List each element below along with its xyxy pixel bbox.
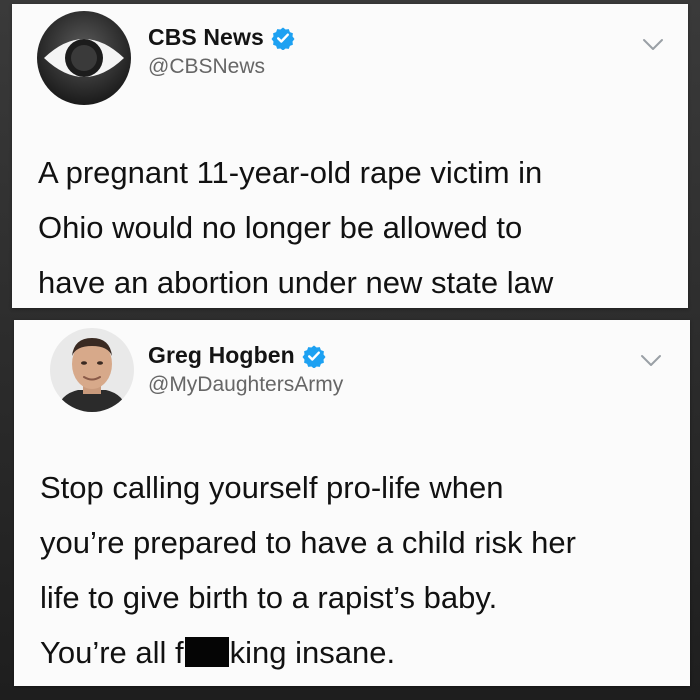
tweet-text-line-censored: You’re all f king insane. (40, 625, 680, 680)
profile-photo-icon (50, 328, 134, 412)
chevron-down-icon[interactable] (642, 38, 664, 52)
text-before-censor: You’re all f (40, 635, 184, 670)
avatar[interactable] (36, 10, 132, 106)
tweet-text-line: you’re prepared to have a child risk her (40, 525, 576, 560)
tweet-text-line: life to give birth to a rapist’s baby. (40, 580, 498, 615)
handle[interactable]: @CBSNews (148, 55, 295, 79)
author-block: Greg Hogben @MyDaughtersArmy (148, 342, 343, 397)
display-name[interactable]: CBS News (148, 24, 264, 51)
tweet-text-line: Stop calling yourself pro-life when (40, 470, 504, 505)
avatar[interactable] (50, 328, 134, 412)
tweet-text: Stop calling yourself pro-life when you’… (40, 460, 680, 680)
name-row: CBS News (148, 24, 295, 51)
cbs-eye-logo-icon (37, 11, 131, 105)
verified-badge-icon (302, 345, 326, 368)
tweet-text-line: A pregnant 11-year-old rape victim in (38, 155, 543, 190)
tweet-text: A pregnant 11-year-old rape victim in Oh… (38, 145, 678, 308)
chevron-down-icon[interactable] (640, 354, 662, 368)
tweet-text-line: Ohio would no longer be allowed to (38, 210, 523, 245)
tweet-card-greg[interactable]: Greg Hogben @MyDaughtersArmy Stop callin… (14, 320, 690, 686)
handle[interactable]: @MyDaughtersArmy (148, 373, 343, 397)
tweet-card-cbs[interactable]: CBS News @CBSNews A pregnant 11-year-old… (12, 4, 688, 308)
tweet-text-line: have an abortion under new state law (38, 265, 554, 300)
display-name[interactable]: Greg Hogben (148, 342, 295, 369)
name-row: Greg Hogben (148, 342, 343, 369)
verified-badge-icon (271, 27, 295, 50)
author-block: CBS News @CBSNews (148, 24, 295, 79)
censor-bar (184, 637, 229, 667)
text-after-censor: king insane. (229, 635, 396, 670)
